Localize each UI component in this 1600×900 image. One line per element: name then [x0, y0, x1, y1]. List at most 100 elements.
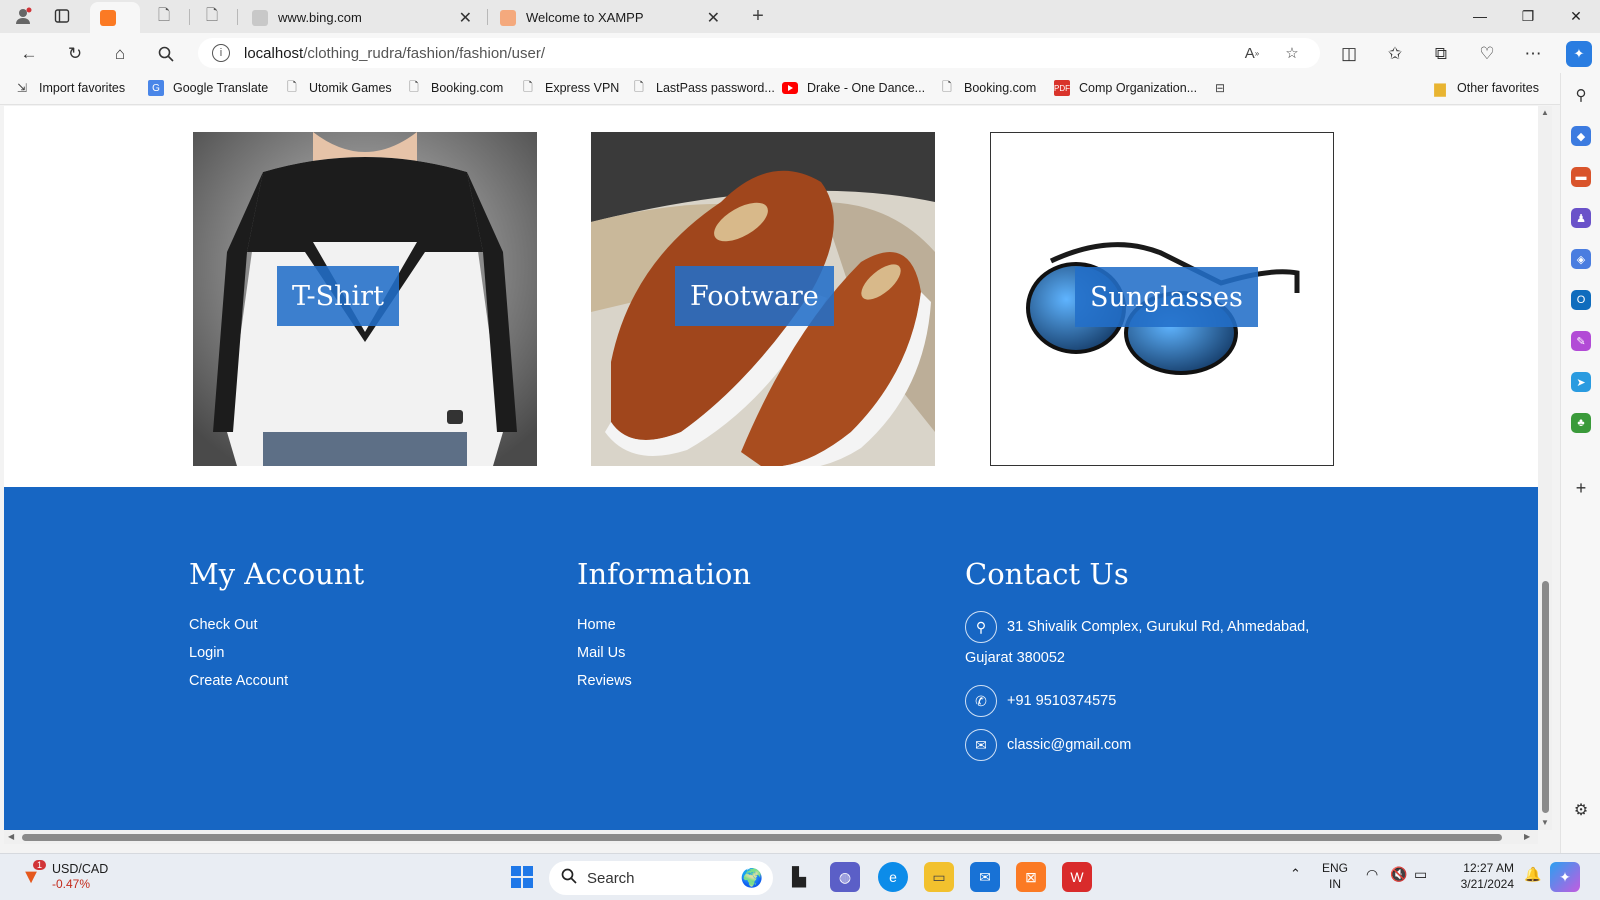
- favorite-comp-organization[interactable]: PDF Comp Organization...: [1054, 80, 1197, 96]
- contact-address-line2: Gujarat 380052: [965, 650, 1065, 666]
- read-aloud-icon[interactable]: A»: [1242, 43, 1262, 63]
- tab-xampp-active[interactable]: [90, 2, 140, 33]
- tab-actions-icon[interactable]: [52, 6, 72, 26]
- favorite-google-translate[interactable]: G Google Translate: [148, 80, 268, 96]
- footer-heading: My Account: [189, 557, 365, 591]
- task-view-icon[interactable]: ▙: [784, 862, 814, 892]
- xampp-icon[interactable]: ⊠: [1016, 862, 1046, 892]
- page-icon: 🗋: [634, 79, 644, 94]
- scroll-down-icon[interactable]: ▼: [1541, 818, 1549, 827]
- close-icon[interactable]: ✕: [707, 8, 720, 28]
- search-icon[interactable]: [153, 41, 179, 67]
- category-label[interactable]: Footware: [675, 266, 834, 326]
- favorites-overflow[interactable]: ⊟: [1212, 80, 1237, 96]
- mail-us-link[interactable]: Mail Us: [577, 639, 751, 667]
- favorite-star-icon[interactable]: ☆: [1282, 43, 1302, 63]
- clock[interactable]: 12:27 AM 3/21/2024: [1454, 860, 1514, 892]
- category-card-tshirt[interactable]: T-Shirt: [193, 132, 537, 466]
- search-highlight-icon: 🌍: [740, 867, 763, 888]
- favorite-booking-2[interactable]: 🗋 Booking.com: [939, 80, 1036, 96]
- sidebar-designer-icon[interactable]: ✎: [1571, 331, 1591, 351]
- taskbar-search-box[interactable]: Search 🌍: [549, 861, 773, 895]
- favorites-icon[interactable]: ✩: [1382, 41, 1408, 67]
- copilot-icon[interactable]: ✦: [1566, 41, 1592, 67]
- copilot-taskbar-icon[interactable]: ✦: [1550, 862, 1580, 892]
- site-info-icon[interactable]: i: [212, 44, 230, 62]
- sidebar-settings-icon[interactable]: ⚙: [1571, 800, 1591, 820]
- tab-title: www.bing.com: [278, 10, 362, 25]
- url-path: /clothing_rudra/fashion/fashion/user/: [303, 44, 546, 62]
- category-label[interactable]: T-Shirt: [277, 266, 399, 326]
- scroll-right-icon[interactable]: ▶: [1524, 832, 1530, 841]
- address-bar[interactable]: i localhost/clothing_rudra/fashion/fashi…: [198, 38, 1320, 68]
- page-icon: 🗋: [942, 79, 952, 94]
- site-icon: [252, 9, 268, 26]
- volume-muted-icon[interactable]: 🔇: [1390, 866, 1407, 882]
- scroll-up-icon[interactable]: ▲: [1541, 108, 1549, 117]
- restore-button[interactable]: ❐: [1508, 4, 1548, 28]
- tab-bar: 🗋 🗋 www.bing.com ✕ Welcome to XAMPP ✕ + …: [0, 0, 1600, 33]
- reviews-link[interactable]: Reviews: [577, 667, 751, 695]
- tab-xampp[interactable]: Welcome to XAMPP ✕: [490, 2, 730, 33]
- windows-start-icon[interactable]: [507, 862, 537, 892]
- close-window-button[interactable]: ✕: [1556, 4, 1596, 28]
- sidebar-search-icon[interactable]: ⚲: [1571, 85, 1591, 105]
- checkout-link[interactable]: Check Out: [189, 611, 364, 639]
- create-account-link[interactable]: Create Account: [189, 667, 364, 695]
- browser-essentials-icon[interactable]: ♡: [1474, 41, 1500, 67]
- category-card-sunglasses[interactable]: Sunglasses: [990, 132, 1334, 466]
- language-indicator[interactable]: ENG IN: [1322, 860, 1348, 892]
- favorite-utomik[interactable]: 🗋 Utomik Games: [284, 80, 391, 96]
- scroll-left-icon[interactable]: ◀: [8, 832, 14, 841]
- category-label[interactable]: Sunglasses: [1075, 267, 1258, 327]
- sidebar-add-icon[interactable]: +: [1571, 478, 1591, 498]
- sidebar-shopping-icon[interactable]: ◆: [1571, 126, 1591, 146]
- contact-phone: ✆ +91 9510374575: [965, 685, 1325, 717]
- favorite-youtube-drake[interactable]: Drake - One Dance...: [782, 80, 925, 96]
- home-icon[interactable]: ⌂: [107, 41, 133, 67]
- stock-widget[interactable]: ▼ 1 USD/CAD -0.47%: [18, 860, 108, 892]
- stock-down-icon: ▼ 1: [18, 860, 46, 890]
- horizontal-scroll-thumb[interactable]: [22, 834, 1502, 841]
- file-explorer-icon[interactable]: ▭: [924, 862, 954, 892]
- sidebar-tree-icon[interactable]: ♣: [1571, 413, 1591, 433]
- login-link[interactable]: Login: [189, 639, 364, 667]
- page-icon: 🗋: [158, 7, 171, 24]
- other-favorites[interactable]: ▆ Other favorites: [1432, 80, 1539, 97]
- close-icon[interactable]: ✕: [459, 8, 472, 28]
- favorite-lastpass[interactable]: 🗋 LastPass password...: [631, 80, 775, 96]
- minimize-button[interactable]: —: [1460, 4, 1500, 28]
- contact-address: ⚲ 31 Shivalik Complex, Gurukul Rd, Ahmed…: [965, 611, 1325, 643]
- sidebar-m365-icon[interactable]: ◈: [1571, 249, 1591, 269]
- new-tab-icon[interactable]: +: [748, 5, 768, 27]
- mail-icon[interactable]: ✉: [970, 862, 1000, 892]
- tab-blank-2[interactable]: 🗋: [196, 2, 236, 33]
- home-link[interactable]: Home: [577, 611, 751, 639]
- sidebar-tools-icon[interactable]: ▬: [1571, 167, 1591, 187]
- notification-bell-icon[interactable]: 🔔: [1524, 866, 1541, 882]
- category-card-footware[interactable]: Footware: [591, 132, 935, 466]
- vertical-scrollbar[interactable]: ▲ ▼: [1538, 106, 1552, 830]
- favorite-booking-1[interactable]: 🗋 Booking.com: [406, 80, 503, 96]
- wps-office-icon[interactable]: W: [1062, 862, 1092, 892]
- teams-chat-icon[interactable]: ◍: [830, 862, 860, 892]
- battery-icon[interactable]: ▭: [1414, 866, 1427, 882]
- edge-icon[interactable]: e: [878, 862, 908, 892]
- tab-blank-1[interactable]: 🗋: [148, 2, 188, 33]
- refresh-icon[interactable]: ↻: [62, 41, 88, 67]
- sidebar-send-icon[interactable]: ➤: [1571, 372, 1591, 392]
- tab-bing[interactable]: www.bing.com ✕: [242, 2, 482, 33]
- collections-icon[interactable]: ⧉: [1428, 41, 1454, 67]
- split-screen-icon[interactable]: ◫: [1336, 41, 1362, 67]
- favorite-expressvpn[interactable]: 🗋 Express VPN: [520, 80, 619, 96]
- wifi-icon[interactable]: ◠: [1366, 866, 1378, 882]
- vertical-scroll-thumb[interactable]: [1542, 581, 1549, 813]
- favorite-import[interactable]: ⇲ Import favorites: [14, 80, 125, 96]
- profile-icon[interactable]: [13, 6, 33, 26]
- show-hidden-icons[interactable]: ⌃: [1290, 866, 1301, 882]
- sidebar-games-icon[interactable]: ♟: [1571, 208, 1591, 228]
- more-options-icon[interactable]: ⋯: [1520, 41, 1546, 67]
- back-icon[interactable]: ←: [16, 41, 42, 67]
- sidebar-outlook-icon[interactable]: O: [1571, 290, 1591, 310]
- horizontal-scrollbar[interactable]: ◀ ▶: [4, 830, 1538, 844]
